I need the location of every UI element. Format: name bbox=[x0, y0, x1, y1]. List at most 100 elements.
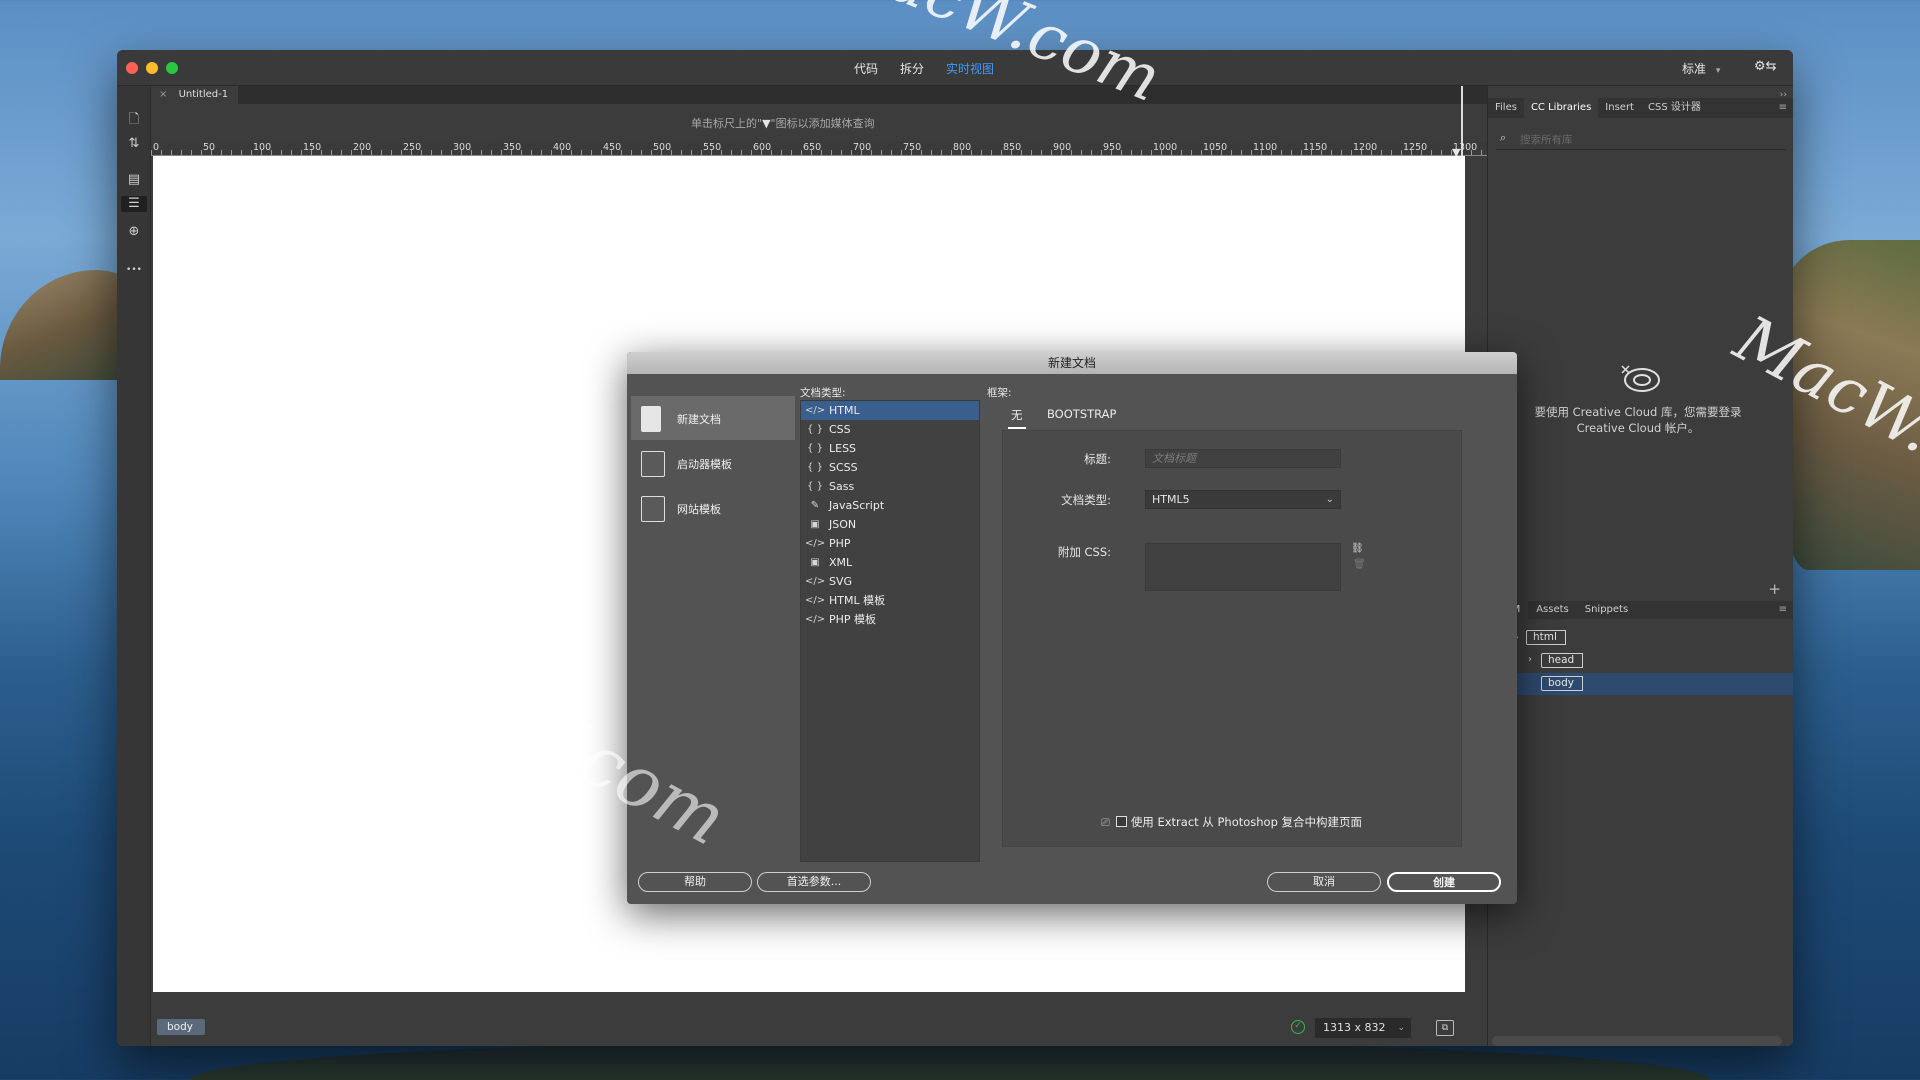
doctype-scss[interactable]: { } SCSS bbox=[801, 458, 979, 477]
doctype-xml[interactable]: ▣ XML bbox=[801, 553, 979, 572]
category-label: 新建文档 bbox=[677, 413, 721, 426]
doctype-label: XML bbox=[829, 556, 853, 569]
category-starter-templates[interactable]: 启动器模板 bbox=[631, 441, 795, 485]
ruler-tick-label: 600 bbox=[753, 142, 772, 153]
help-button[interactable]: 帮助 bbox=[638, 872, 752, 892]
more-icon[interactable]: ••• bbox=[126, 262, 142, 278]
framework-tab-none[interactable]: 无 bbox=[1008, 407, 1026, 429]
tab-assets[interactable]: Assets bbox=[1528, 601, 1577, 619]
background-rocks bbox=[190, 1040, 1710, 1080]
doctype-css[interactable]: { } CSS bbox=[801, 420, 979, 439]
cancel-button[interactable]: 取消 bbox=[1267, 872, 1381, 892]
extract-layers-icon: ⎚ bbox=[1101, 816, 1110, 829]
tab-cc-libraries[interactable]: CC Libraries bbox=[1523, 98, 1599, 118]
tab-insert[interactable]: Insert bbox=[1598, 98, 1641, 118]
braces-icon: { } bbox=[807, 443, 823, 454]
attach-css-list[interactable] bbox=[1145, 543, 1341, 591]
new-file-icon[interactable]: 🗋 bbox=[126, 112, 142, 128]
new-document-icon bbox=[641, 406, 661, 432]
tab-files[interactable]: Files bbox=[1488, 98, 1524, 118]
library-search[interactable]: ⌕ 搜索所有库 bbox=[1496, 128, 1786, 150]
device-preview-icon[interactable]: ⧉ bbox=[1436, 1020, 1454, 1036]
doctype-label: PHP 模板 bbox=[829, 613, 877, 626]
framework-tab-bootstrap[interactable]: BOOTSTRAP bbox=[1047, 407, 1116, 421]
doctype-label: HTML bbox=[829, 404, 860, 417]
window-size-select[interactable]: 1313 x 832 ⌄ bbox=[1315, 1018, 1411, 1038]
media-query-bar[interactable]: 单击标尺上的"▼"图标以添加媒体查询 bbox=[151, 104, 1517, 142]
properties-icon[interactable]: ▤ bbox=[126, 172, 142, 188]
doctype-html[interactable]: </> HTML bbox=[801, 401, 979, 420]
ruler-tick-label: 1200 bbox=[1353, 142, 1378, 153]
close-window-button[interactable] bbox=[126, 62, 138, 74]
category-new-document[interactable]: 新建文档 bbox=[631, 396, 795, 440]
tag-selector-body[interactable]: body bbox=[157, 1019, 205, 1035]
status-bar: body ✓ 1313 x 832 ⌄ ⧉ bbox=[151, 1012, 1517, 1046]
media-query-hint: 单击标尺上的"▼"图标以添加媒体查询 bbox=[691, 115, 875, 131]
doctype-json[interactable]: ▣ JSON bbox=[801, 515, 979, 534]
title-field-label: 标题: bbox=[1084, 452, 1111, 466]
chevron-down-icon: ⌄ bbox=[1325, 494, 1334, 505]
doctype-label: JSON bbox=[829, 518, 857, 531]
background-island-right bbox=[1780, 240, 1920, 570]
check-icon[interactable]: ✓ bbox=[1291, 1020, 1305, 1034]
tab-snippets[interactable]: Snippets bbox=[1577, 601, 1636, 619]
workspace-selector[interactable]: 标准 ▾ bbox=[1682, 60, 1720, 77]
dom-panel-icon[interactable]: ☰ bbox=[121, 196, 147, 212]
search-placeholder: 搜索所有库 bbox=[1520, 134, 1573, 146]
create-button[interactable]: 创建 bbox=[1387, 872, 1501, 892]
code-icon: </> bbox=[805, 614, 826, 625]
ruler[interactable]: 0 50 100 150 200 250 300 350 400 450 500 550 600 650 7… bbox=[151, 142, 1497, 156]
doctype-php-template[interactable]: </> PHP 模板 bbox=[801, 610, 979, 629]
tab-label: Untitled-1 bbox=[178, 89, 229, 100]
doctype-html-template[interactable]: </> HTML 模板 bbox=[801, 591, 979, 610]
chevron-right-icon[interactable]: › bbox=[1528, 654, 1532, 665]
media-query-marker-icon: ▼ bbox=[762, 117, 771, 130]
gear-icon[interactable]: ⚙⇆ bbox=[1754, 59, 1777, 74]
chevron-down-icon: ⌄ bbox=[1397, 1023, 1405, 1033]
file-transfer-icon[interactable]: ⇅ bbox=[126, 136, 142, 152]
link-icon[interactable]: ⛓ bbox=[1351, 543, 1364, 554]
doctype-php[interactable]: </> PHP bbox=[801, 534, 979, 553]
ruler-tick-label: 800 bbox=[953, 142, 972, 153]
ruler-tick-label: 1100 bbox=[1253, 142, 1278, 153]
doctype-svg[interactable]: </> SVG bbox=[801, 572, 979, 591]
script-icon: ✎ bbox=[810, 500, 820, 511]
dom-menu-icon[interactable]: ≡ bbox=[1779, 604, 1787, 615]
ruler-tick-label: 100 bbox=[253, 142, 272, 153]
tab-untitled-1[interactable]: × Untitled-1 bbox=[151, 86, 239, 104]
add-icon[interactable]: + bbox=[1768, 580, 1781, 598]
doctype-label: Sass bbox=[829, 480, 855, 493]
ruler-tick-label: 700 bbox=[853, 142, 872, 153]
extract-checkbox[interactable] bbox=[1115, 816, 1127, 827]
title-input[interactable]: 文档标题 bbox=[1145, 449, 1341, 468]
tab-css-designer[interactable]: CSS 设计器 bbox=[1641, 98, 1708, 118]
trash-icon[interactable]: 🗑 bbox=[1353, 559, 1366, 570]
ruler-tick-label: 0 bbox=[153, 142, 160, 153]
panel-scrollbar[interactable] bbox=[1492, 1036, 1782, 1046]
doctype-label: JavaScript bbox=[829, 499, 885, 512]
dom-node-body[interactable]: + body bbox=[1488, 673, 1793, 695]
view-mode-code[interactable]: 代码 bbox=[854, 60, 878, 77]
minimize-window-button[interactable] bbox=[146, 62, 158, 74]
category-site-templates[interactable]: 网站模板 bbox=[631, 486, 795, 530]
inspect-icon[interactable]: ⊕ bbox=[126, 224, 142, 240]
doctype-javascript[interactable]: ✎ JavaScript bbox=[801, 496, 979, 515]
hint-before: 单击标尺上的" bbox=[691, 117, 763, 130]
dom-node-head[interactable]: › head bbox=[1488, 650, 1793, 672]
close-icon[interactable]: × bbox=[159, 89, 167, 100]
view-mode-live[interactable]: 实时视图 bbox=[946, 60, 994, 77]
view-mode-split[interactable]: 拆分 bbox=[900, 60, 924, 77]
preferences-button[interactable]: 首选参数... bbox=[757, 872, 871, 892]
doctype-label: SCSS bbox=[829, 461, 858, 474]
ruler-end-line bbox=[1461, 86, 1463, 156]
creative-cloud-icon bbox=[1621, 365, 1660, 392]
ruler-tick-label: 150 bbox=[303, 142, 322, 153]
doctype-less[interactable]: { } LESS bbox=[801, 439, 979, 458]
panel-menu-icon[interactable]: ≡ bbox=[1779, 102, 1787, 113]
doctype-select[interactable]: HTML5 ⌄ bbox=[1145, 490, 1341, 509]
zoom-window-button[interactable] bbox=[166, 62, 178, 74]
dom-node-html[interactable]: ⌄ html bbox=[1488, 627, 1793, 649]
doctype-sass[interactable]: { } Sass bbox=[801, 477, 979, 496]
doctype-label: PHP bbox=[829, 537, 851, 550]
braces-icon: { } bbox=[807, 462, 823, 473]
